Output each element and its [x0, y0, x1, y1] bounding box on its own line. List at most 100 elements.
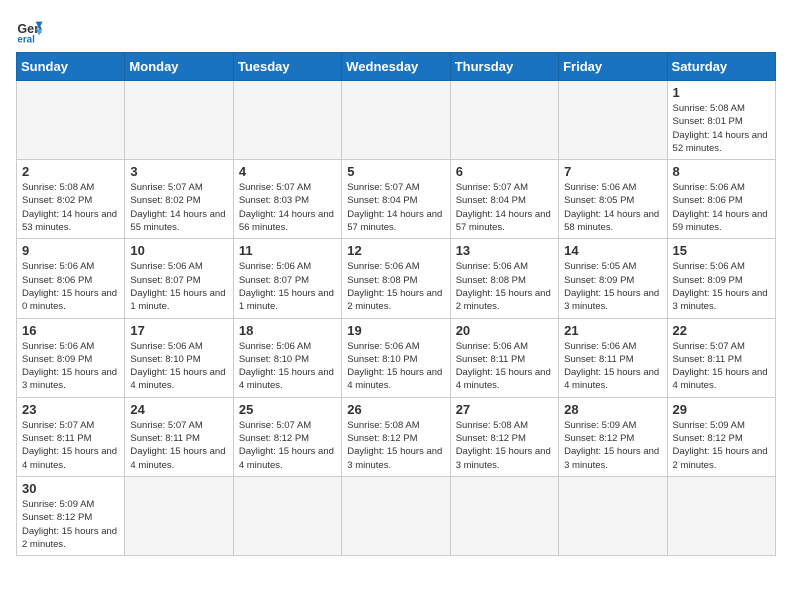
day-number: 14 [564, 243, 661, 258]
calendar-week-row: 9 Sunrise: 5:06 AM Sunset: 8:06 PM Daylig… [17, 239, 776, 318]
calendar-body: 1 Sunrise: 5:08 AM Sunset: 8:01 PM Daylig… [17, 81, 776, 556]
day-info: Sunrise: 5:06 AM Sunset: 8:06 PM Dayligh… [22, 260, 119, 313]
calendar-cell [233, 476, 341, 555]
calendar-cell: 6 Sunrise: 5:07 AM Sunset: 8:04 PM Daylig… [450, 160, 558, 239]
day-number: 8 [673, 164, 770, 179]
calendar-cell: 8 Sunrise: 5:06 AM Sunset: 8:06 PM Daylig… [667, 160, 775, 239]
day-number: 2 [22, 164, 119, 179]
calendar-cell [559, 81, 667, 160]
calendar-cell: 11 Sunrise: 5:06 AM Sunset: 8:07 PM Dayli… [233, 239, 341, 318]
weekday-header-thursday: Thursday [450, 53, 558, 81]
day-number: 21 [564, 323, 661, 338]
calendar-cell: 30 Sunrise: 5:09 AM Sunset: 8:12 PM Dayli… [17, 476, 125, 555]
day-number: 1 [673, 85, 770, 100]
day-number: 11 [239, 243, 336, 258]
calendar-cell: 4 Sunrise: 5:07 AM Sunset: 8:03 PM Daylig… [233, 160, 341, 239]
day-number: 10 [130, 243, 227, 258]
calendar-cell [450, 476, 558, 555]
day-number: 18 [239, 323, 336, 338]
day-info: Sunrise: 5:08 AM Sunset: 8:12 PM Dayligh… [456, 419, 553, 472]
calendar-cell: 29 Sunrise: 5:09 AM Sunset: 8:12 PM Dayli… [667, 397, 775, 476]
calendar-cell: 2Sunrise: 5:08 AM Sunset: 8:02 PM Daylig… [17, 160, 125, 239]
calendar-cell [233, 81, 341, 160]
day-info: Sunrise: 5:06 AM Sunset: 8:11 PM Dayligh… [564, 340, 661, 393]
day-number: 19 [347, 323, 444, 338]
calendar-cell: 18Sunrise: 5:06 AM Sunset: 8:10 PM Dayli… [233, 318, 341, 397]
calendar-cell: 27 Sunrise: 5:08 AM Sunset: 8:12 PM Dayli… [450, 397, 558, 476]
weekday-header-friday: Friday [559, 53, 667, 81]
day-info: Sunrise: 5:06 AM Sunset: 8:09 PM Dayligh… [673, 260, 770, 313]
day-number: 28 [564, 402, 661, 417]
day-number: 9 [22, 243, 119, 258]
calendar-cell: 17 Sunrise: 5:06 AM Sunset: 8:10 PM Dayli… [125, 318, 233, 397]
day-info: Sunrise: 5:07 AM Sunset: 8:11 PM Dayligh… [22, 419, 119, 472]
day-info: Sunrise: 5:08 AM Sunset: 8:12 PM Dayligh… [347, 419, 444, 472]
day-info: Sunrise: 5:07 AM Sunset: 8:11 PM Dayligh… [673, 340, 770, 393]
calendar-cell: 12 Sunrise: 5:06 AM Sunset: 8:08 PM Dayli… [342, 239, 450, 318]
day-number: 20 [456, 323, 553, 338]
day-number: 24 [130, 402, 227, 417]
calendar-cell: 10 Sunrise: 5:06 AM Sunset: 8:07 PM Dayli… [125, 239, 233, 318]
calendar-cell [342, 476, 450, 555]
day-info: Sunrise: 5:06 AM Sunset: 8:11 PM Dayligh… [456, 340, 553, 393]
calendar-cell [559, 476, 667, 555]
weekday-header-wednesday: Wednesday [342, 53, 450, 81]
calendar-cell: 7Sunrise: 5:06 AM Sunset: 8:05 PM Daylig… [559, 160, 667, 239]
day-number: 17 [130, 323, 227, 338]
calendar-cell [17, 81, 125, 160]
calendar-cell: 25Sunrise: 5:07 AM Sunset: 8:12 PM Dayli… [233, 397, 341, 476]
day-number: 7 [564, 164, 661, 179]
calendar-week-row: 30 Sunrise: 5:09 AM Sunset: 8:12 PM Dayli… [17, 476, 776, 555]
day-number: 6 [456, 164, 553, 179]
calendar-week-row: 16Sunrise: 5:06 AM Sunset: 8:09 PM Dayli… [17, 318, 776, 397]
calendar-cell [667, 476, 775, 555]
day-info: Sunrise: 5:06 AM Sunset: 8:07 PM Dayligh… [239, 260, 336, 313]
weekday-header-monday: Monday [125, 53, 233, 81]
day-number: 12 [347, 243, 444, 258]
calendar-cell: 13Sunrise: 5:06 AM Sunset: 8:08 PM Dayli… [450, 239, 558, 318]
calendar-cell [342, 81, 450, 160]
day-info: Sunrise: 5:07 AM Sunset: 8:03 PM Dayligh… [239, 181, 336, 234]
day-number: 23 [22, 402, 119, 417]
calendar-header-row: SundayMondayTuesdayWednesdayThursdayFrid… [17, 53, 776, 81]
svg-text:eral: eral [17, 35, 35, 44]
day-info: Sunrise: 5:09 AM Sunset: 8:12 PM Dayligh… [564, 419, 661, 472]
calendar-cell: 26Sunrise: 5:08 AM Sunset: 8:12 PM Dayli… [342, 397, 450, 476]
page-header: Gen eral [16, 16, 776, 44]
day-number: 3 [130, 164, 227, 179]
day-info: Sunrise: 5:05 AM Sunset: 8:09 PM Dayligh… [564, 260, 661, 313]
weekday-header-sunday: Sunday [17, 53, 125, 81]
day-number: 5 [347, 164, 444, 179]
calendar-table: SundayMondayTuesdayWednesdayThursdayFrid… [16, 52, 776, 556]
day-number: 15 [673, 243, 770, 258]
calendar-cell: 1 Sunrise: 5:08 AM Sunset: 8:01 PM Daylig… [667, 81, 775, 160]
day-info: Sunrise: 5:07 AM Sunset: 8:04 PM Dayligh… [456, 181, 553, 234]
calendar-cell: 14 Sunrise: 5:05 AM Sunset: 8:09 PM Dayli… [559, 239, 667, 318]
calendar-cell: 19Sunrise: 5:06 AM Sunset: 8:10 PM Dayli… [342, 318, 450, 397]
day-number: 16 [22, 323, 119, 338]
weekday-header-tuesday: Tuesday [233, 53, 341, 81]
day-info: Sunrise: 5:07 AM Sunset: 8:04 PM Dayligh… [347, 181, 444, 234]
calendar-cell [125, 476, 233, 555]
day-number: 4 [239, 164, 336, 179]
logo-icon: Gen eral [16, 16, 44, 44]
calendar-cell: 22 Sunrise: 5:07 AM Sunset: 8:11 PM Dayli… [667, 318, 775, 397]
day-number: 25 [239, 402, 336, 417]
day-info: Sunrise: 5:08 AM Sunset: 8:01 PM Dayligh… [673, 102, 770, 155]
calendar-cell: 24Sunrise: 5:07 AM Sunset: 8:11 PM Dayli… [125, 397, 233, 476]
calendar-cell: 3Sunrise: 5:07 AM Sunset: 8:02 PM Daylig… [125, 160, 233, 239]
day-info: Sunrise: 5:06 AM Sunset: 8:06 PM Dayligh… [673, 181, 770, 234]
day-info: Sunrise: 5:09 AM Sunset: 8:12 PM Dayligh… [22, 498, 119, 551]
day-info: Sunrise: 5:06 AM Sunset: 8:08 PM Dayligh… [347, 260, 444, 313]
day-number: 27 [456, 402, 553, 417]
calendar-cell: 21 Sunrise: 5:06 AM Sunset: 8:11 PM Dayli… [559, 318, 667, 397]
day-info: Sunrise: 5:09 AM Sunset: 8:12 PM Dayligh… [673, 419, 770, 472]
calendar-week-row: 2Sunrise: 5:08 AM Sunset: 8:02 PM Daylig… [17, 160, 776, 239]
calendar-cell: 16Sunrise: 5:06 AM Sunset: 8:09 PM Dayli… [17, 318, 125, 397]
day-info: Sunrise: 5:06 AM Sunset: 8:10 PM Dayligh… [130, 340, 227, 393]
day-number: 30 [22, 481, 119, 496]
day-info: Sunrise: 5:06 AM Sunset: 8:07 PM Dayligh… [130, 260, 227, 313]
calendar-cell [125, 81, 233, 160]
day-number: 29 [673, 402, 770, 417]
day-number: 22 [673, 323, 770, 338]
